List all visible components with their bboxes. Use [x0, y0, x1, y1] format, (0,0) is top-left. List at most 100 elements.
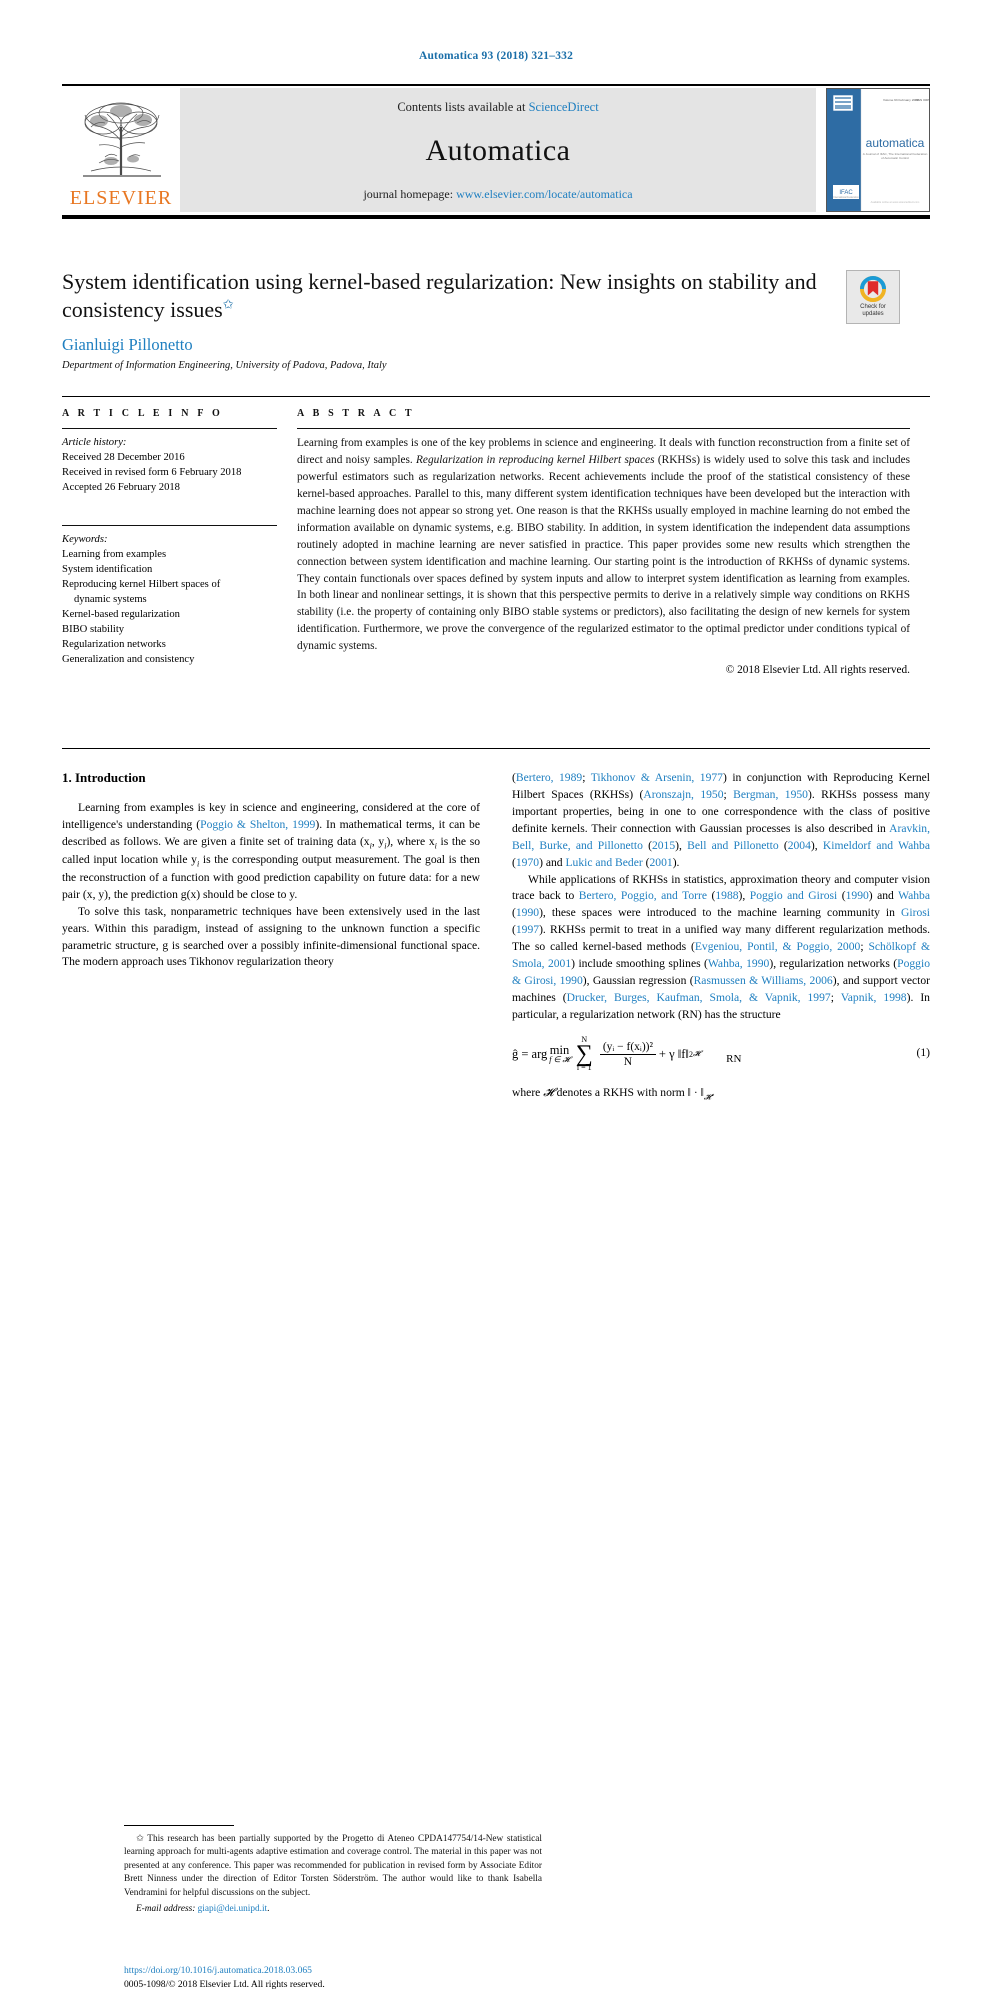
keyword-item: BIBO stability — [62, 624, 125, 636]
fraction-denominator: N — [599, 1053, 656, 1068]
article-info-rule — [62, 428, 277, 429]
issn-copyright-line: 0005-1098/© 2018 Elsevier Ltd. All right… — [124, 1978, 325, 1990]
citation-bertero-1988-year[interactable]: 1988 — [715, 889, 738, 902]
svg-text:of Automatic Control: of Automatic Control — [881, 156, 909, 160]
paper-page: Automatica 93 (2018) 321–332 ELSEVIER Co… — [0, 0, 992, 1990]
citation-wahba[interactable]: Wahba — [898, 889, 930, 902]
sigma-icon: ∑ — [575, 1040, 593, 1067]
author-name[interactable]: Gianluigi Pillonetto — [62, 335, 930, 355]
page-title: System identification using kernel-based… — [62, 268, 842, 324]
email-link[interactable]: giapi@dei.unipd.it — [198, 1904, 268, 1914]
citation-poggio-shelton[interactable]: Poggio & Shelton, 1999 — [200, 818, 315, 831]
citation-bertero-poggio-torre[interactable]: Bertero, Poggio, and Torre — [579, 889, 707, 902]
doi-link[interactable]: https://doi.org/10.1016/j.automatica.201… — [124, 1964, 542, 1978]
footnote-email-line: E-mail address: giapi@dei.unipd.it. — [124, 1904, 542, 1914]
abstract-rule — [297, 428, 910, 429]
paragraph-intro-1: Learning from examples is key in science… — [62, 801, 481, 901]
citation-rasmussen-williams[interactable]: Rasmussen & Williams, 2006 — [694, 974, 833, 987]
cover-art: Volume 93 February 2018 ISSN 0005-1098 a… — [827, 89, 938, 211]
citation-lukic-beder[interactable]: Lukic and Beder — [565, 856, 642, 869]
citation-girosi[interactable]: Girosi — [901, 906, 930, 919]
crossmark-badge[interactable]: Check for updates — [846, 270, 900, 324]
svg-text:automatica: automatica — [866, 136, 925, 150]
citation-kimeldorf-year[interactable]: 1970 — [516, 856, 539, 869]
abstract-column: A B S T R A C T Learning from examples i… — [297, 408, 910, 676]
intro-4-text-e: ), regularization networks ( — [769, 957, 898, 971]
paragraph-intro-2: To solve this task, nonparametric techni… — [62, 904, 480, 969]
keywords-block: Keywords: Learning from examples System … — [62, 525, 277, 667]
citation-lukic-year[interactable]: 2001 — [650, 856, 673, 869]
equation-1-row: ĝ = arg min f ∈ 𝓗 N ∑ i = 1 (yᵢ − f(xᵢ))… — [512, 1035, 930, 1072]
citation-aronszajn[interactable]: Aronszajn, 1950 — [643, 788, 723, 801]
email-period: . — [267, 1904, 270, 1915]
equation-following-text: where 𝓗 denotes a RKHS with norm ‖ · ‖𝓗. — [512, 1086, 930, 1102]
left-column: 1. Introduction Learning from examples i… — [62, 770, 542, 1990]
masthead-top-rule — [62, 84, 930, 86]
equation-argmin: min f ∈ 𝓗 — [549, 1044, 569, 1065]
abstract-italic-phrase: Regularization in reproducing kernel Hil… — [416, 453, 655, 466]
history-accepted: Accepted 26 February 2018 — [62, 482, 180, 494]
journal-masthead: ELSEVIER Contents lists available at Sci… — [62, 84, 938, 219]
title-footnote-marker: ✩ — [222, 296, 234, 312]
citation-drucker[interactable]: Drucker, Burges, Kaufman, Smola, & Vapni… — [567, 991, 831, 1004]
elsevier-tree-icon — [83, 102, 161, 177]
keyword-item: Generalization and consistency — [62, 654, 195, 666]
journal-homepage-link[interactable]: www.elsevier.com/locate/automatica — [456, 187, 632, 201]
footnote-rule — [124, 1825, 234, 1826]
equation-min-sub: f ∈ 𝓗 — [549, 1055, 570, 1065]
following-text-c: . — [711, 1086, 714, 1100]
contents-line: Contents lists available at ScienceDirec… — [397, 100, 598, 115]
citation-bell-pillonetto[interactable]: Bell and Pillonetto — [687, 839, 779, 852]
fraction-numerator: (yᵢ − f(xᵢ))² — [602, 1040, 653, 1053]
intro-4-text-f: ), Gaussian regression ( — [582, 974, 694, 988]
citation-tikhonov-arsenin[interactable]: Tikhonov & Arsenin, 1977 — [591, 771, 723, 784]
citation-poggio-girosi-year[interactable]: 1990 — [846, 889, 869, 902]
equation-1: ĝ = arg min f ∈ 𝓗 N ∑ i = 1 (yᵢ − f(xᵢ))… — [512, 1035, 916, 1072]
footnote-marker: ✩ — [136, 1834, 144, 1844]
norm-subscript: 𝓗 — [692, 1049, 701, 1059]
footnote-block: ✩ This research has been partially suppo… — [124, 1825, 542, 1914]
paragraph-intro-3: (Bertero, 1989; Tikhonov & Arsenin, 1977… — [512, 771, 931, 869]
contents-prefix: Contents lists available at — [397, 100, 529, 114]
history-revised: Received in revised form 6 February 2018 — [62, 467, 242, 479]
body-columns: 1. Introduction Learning from examples i… — [62, 770, 930, 1990]
following-text-a: where — [512, 1086, 544, 1100]
keyword-item: Learning from examples — [62, 549, 167, 561]
article-info-heading: A R T I C L E I N F O — [62, 408, 223, 419]
following-sub-h: 𝓗 — [703, 1092, 712, 1102]
title-text: System identification using kernel-based… — [62, 269, 817, 323]
homepage-prefix: journal homepage: — [363, 187, 457, 201]
sciencedirect-link[interactable]: ScienceDirect — [529, 100, 599, 114]
elsevier-logo: ELSEVIER — [62, 88, 180, 212]
citation-poggio-girosi[interactable]: Poggio and Girosi — [750, 889, 838, 902]
info-separator-rule — [62, 396, 930, 397]
right-column: (Bertero, 1989; Tikhonov & Arsenin, 1977… — [512, 770, 930, 1103]
crossmark-icon — [860, 275, 886, 302]
homepage-line: journal homepage: www.elsevier.com/locat… — [363, 187, 632, 202]
citation-girosi-year[interactable]: 1997 — [516, 923, 539, 936]
abstract-heading: A B S T R A C T — [297, 408, 415, 419]
masthead-bottom-rule — [62, 215, 930, 219]
citation-aravkin-year[interactable]: 2015 — [652, 839, 675, 852]
crossmark-line2: updates — [862, 311, 884, 317]
citation-kimeldorf-wahba[interactable]: Kimeldorf and Wahba — [823, 839, 930, 852]
citation-evgeniou[interactable]: Evgeniou, Pontil, & Poggio, 2000 — [695, 940, 860, 953]
citation-bergman[interactable]: Bergman, 1950 — [733, 788, 808, 801]
keyword-item: Regularization networks — [62, 639, 166, 651]
citation-wahba-1990[interactable]: Wahba, 1990 — [708, 957, 769, 970]
citation-vapnik[interactable]: Vapnik, 1998 — [841, 991, 907, 1004]
footnote-text: ✩ This research has been partially suppo… — [124, 1833, 542, 1900]
equation-name-label: RN — [726, 1053, 742, 1066]
citation-bell-year[interactable]: 2004 — [788, 839, 811, 852]
following-text-b: denotes a RKHS with norm ‖ · ‖ — [553, 1086, 704, 1100]
citation-wahba-year[interactable]: 1990 — [516, 906, 539, 919]
abstract-body: Learning from examples is one of the key… — [297, 435, 910, 655]
journal-title: Automatica — [425, 134, 571, 167]
journal-band: Contents lists available at ScienceDirec… — [180, 88, 816, 212]
sep-2: ; — [723, 787, 734, 801]
abstract-copyright: © 2018 Elsevier Ltd. All rights reserved… — [725, 664, 910, 677]
body-separator-rule — [62, 748, 930, 749]
equation-summation: N ∑ i = 1 — [575, 1035, 593, 1072]
citation-bertero-1989[interactable]: Bertero, 1989 — [516, 771, 582, 784]
doi-block: https://doi.org/10.1016/j.automatica.201… — [124, 1964, 542, 1991]
